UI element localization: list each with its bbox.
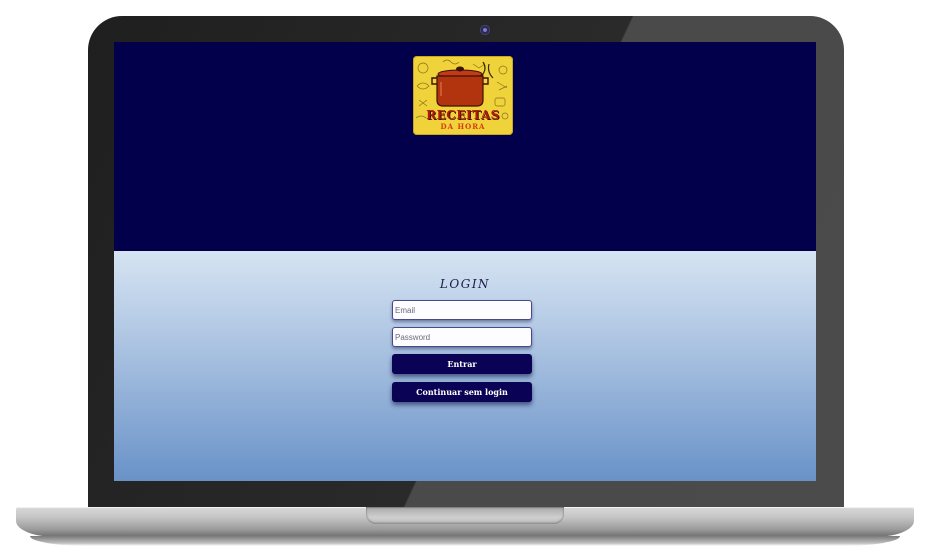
- brand-logo: RECEITAS DA HORA: [413, 56, 513, 135]
- continue-without-login-button[interactable]: Continuar sem login: [392, 382, 532, 402]
- email-input[interactable]: [392, 300, 532, 320]
- login-button[interactable]: Entrar: [392, 354, 532, 374]
- password-input[interactable]: [392, 327, 532, 347]
- laptop-mockup: RECEITAS DA HORA LOGIN Entrar Continuar …: [0, 0, 928, 560]
- login-title: LOGIN: [439, 277, 491, 291]
- laptop-hinge-notch: [366, 507, 564, 524]
- logo-subtitle: DA HORA: [440, 122, 486, 131]
- login-section: LOGIN Entrar Continuar sem login: [114, 251, 816, 481]
- webcam-icon: [480, 25, 490, 35]
- header-band: RECEITAS DA HORA: [114, 42, 816, 251]
- logo-title: RECEITAS: [426, 108, 500, 122]
- laptop-base-shadow: [30, 536, 900, 546]
- laptop-lid: RECEITAS DA HORA LOGIN Entrar Continuar …: [88, 16, 844, 516]
- app-screen: RECEITAS DA HORA LOGIN Entrar Continuar …: [114, 42, 816, 481]
